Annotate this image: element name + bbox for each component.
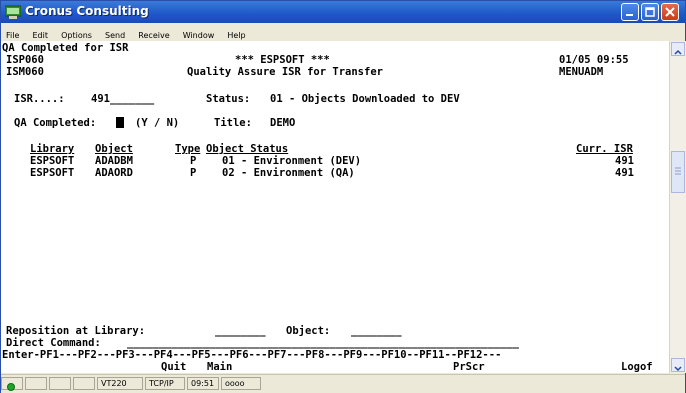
- connected-indicator-icon: [7, 383, 15, 391]
- minimize-icon: [626, 14, 633, 16]
- status-bar: VT220 TCP/IP 09:51 oooo: [1, 374, 685, 393]
- maximize-icon: [645, 7, 655, 17]
- pf12-logof[interactable]: Logof: [621, 361, 653, 373]
- status-time: 09:51: [187, 377, 219, 390]
- object-label: Object:: [286, 325, 331, 337]
- status-label: Status:: [206, 93, 251, 105]
- terminal-screen[interactable]: QA Completed for ISR ISP060 *** ESPSOFT …: [1, 41, 669, 373]
- menu-id: MENUADM: [559, 66, 604, 78]
- col-object: Object: [95, 143, 133, 155]
- terminal-type: VT220: [97, 377, 143, 390]
- title-value: DEMO: [270, 117, 296, 129]
- pf3-quit[interactable]: Quit: [161, 361, 186, 373]
- maximize-button[interactable]: [641, 3, 659, 21]
- screen-header: QA Completed for ISR: [2, 42, 129, 54]
- direct-command-label: Direct Command:: [6, 337, 101, 349]
- row-object: ADADBM: [95, 155, 133, 167]
- isr-field[interactable]: 491_______: [91, 93, 154, 105]
- date-time: 01/05 09:55: [559, 54, 629, 66]
- row-object-status: 01 - Environment (DEV): [222, 155, 362, 167]
- vertical-scrollbar[interactable]: [669, 41, 686, 373]
- col-library: Library: [30, 143, 75, 155]
- row-type: P: [190, 155, 197, 167]
- protocol: TCP/IP: [145, 377, 185, 390]
- row-curr-isr: 491: [615, 155, 634, 167]
- minimize-button[interactable]: [621, 3, 639, 21]
- chevron-up-icon: [674, 49, 682, 55]
- terminal-app-icon: [5, 5, 21, 19]
- direct-command-field[interactable]: ________________________________________…: [127, 337, 519, 349]
- menu-bar: File Edit Options Send Receive Window He…: [1, 23, 685, 42]
- screen-subtitle: Quality Assure ISR for Transfer: [187, 66, 383, 78]
- chevron-down-icon: [674, 366, 682, 372]
- close-button[interactable]: [661, 3, 679, 21]
- isr-label: ISR....:: [14, 93, 65, 105]
- program-id: ISP060: [6, 54, 44, 66]
- row-library: ESPSOFT: [30, 167, 75, 179]
- pf4-main[interactable]: Main: [207, 361, 232, 373]
- pf9-prscr[interactable]: PrScr: [453, 361, 485, 373]
- title-label: Title:: [214, 117, 252, 129]
- scroll-thumb[interactable]: [671, 151, 685, 193]
- qa-completed-field[interactable]: [116, 117, 124, 130]
- system-name: *** ESPSOFT ***: [235, 54, 330, 66]
- col-curr-isr: Curr. ISR: [576, 143, 633, 155]
- row-curr-isr: 491: [615, 167, 634, 179]
- col-type: Type: [175, 143, 201, 155]
- qa-hint: (Y / N): [135, 117, 180, 129]
- row-type: P: [190, 167, 197, 179]
- window-title: Cronus Consulting: [25, 4, 149, 18]
- isr-value: 491: [91, 93, 110, 105]
- reposition-label: Reposition at Library:: [6, 325, 146, 337]
- col-object-status: Object Status: [206, 143, 289, 155]
- grip-icon: [675, 167, 681, 175]
- row-object-status: 02 - Environment (QA): [222, 167, 355, 179]
- reposition-library-field[interactable]: ________: [215, 325, 266, 337]
- status-cell-empty: [49, 377, 71, 390]
- qa-completed-label: QA Completed:: [14, 117, 97, 129]
- close-icon: [665, 7, 675, 17]
- function-keys-line: Enter-PF1---PF2---PF3---PF4---PF5---PF6-…: [2, 349, 502, 361]
- status-cell-empty: [73, 377, 95, 390]
- text-cursor: [116, 117, 124, 128]
- terminal-window: Cronus Consulting File Edit Options Send…: [0, 0, 686, 393]
- connection-status-cell: [1, 377, 23, 391]
- status-value: 01 - Objects Downloaded to DEV: [270, 93, 460, 105]
- reposition-object-field[interactable]: ________: [351, 325, 402, 337]
- status-cell-empty: [25, 377, 47, 390]
- status-indicator: oooo: [221, 377, 261, 390]
- title-bar: Cronus Consulting: [1, 1, 685, 23]
- scroll-down-button[interactable]: [671, 358, 685, 372]
- row-object: ADAORD: [95, 167, 133, 179]
- row-library: ESPSOFT: [30, 155, 75, 167]
- program-id-2: ISM060: [6, 66, 44, 78]
- scroll-up-button[interactable]: [671, 42, 685, 56]
